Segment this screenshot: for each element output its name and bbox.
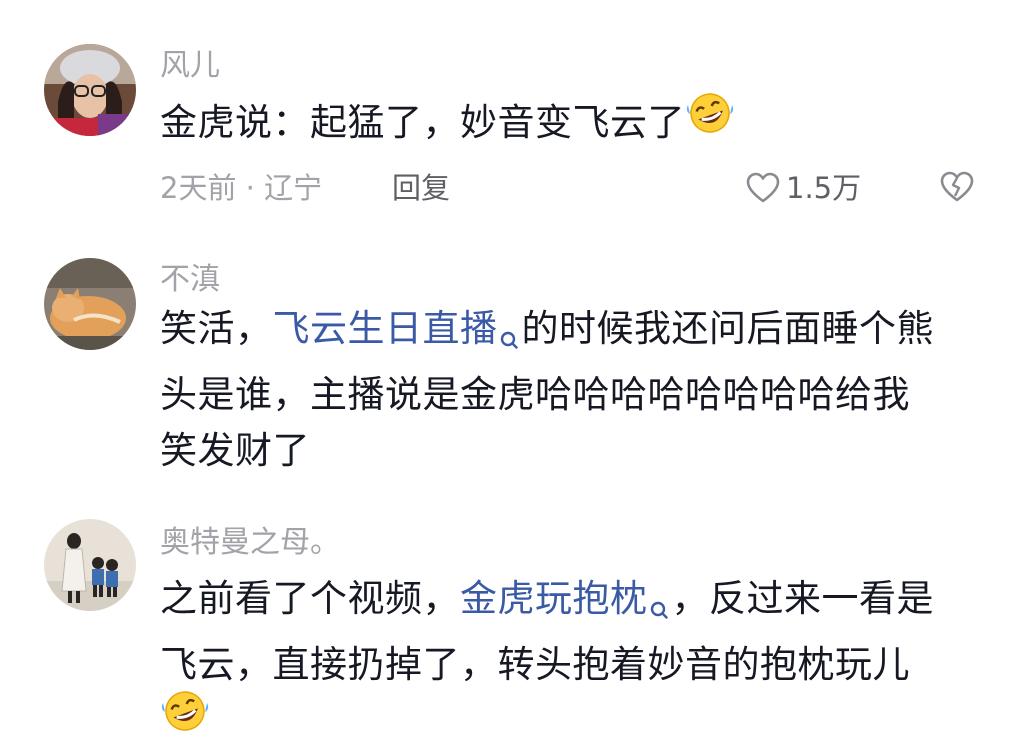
comment-line: 飞云，直接扔掉了，转头抱着妙音的抱枕玩儿 <box>160 637 990 693</box>
comment-text-segment: ，反过来一看是 <box>671 577 934 620</box>
search-link[interactable]: 飞云生日直播 <box>273 307 498 350</box>
reply-button[interactable]: 回复 <box>392 168 450 208</box>
username[interactable]: 风儿 <box>160 48 220 84</box>
comment-text: 金虎说：起猛了，妙音变飞云了 <box>160 92 990 151</box>
avatar[interactable] <box>44 519 136 611</box>
username[interactable]: 不滇 <box>160 262 220 298</box>
avatar[interactable] <box>44 258 136 350</box>
rofl-emoji <box>685 91 735 151</box>
search-link[interactable]: 金虎玩抱枕 <box>460 577 648 620</box>
comment-text-segment: 金虎说：起猛了，妙音变飞云了 <box>160 101 685 144</box>
comment-line <box>160 690 990 733</box>
comment-line: 之前看了个视频，金虎玩抱枕 ，反过来一看是 <box>160 571 990 637</box>
comment-text-segment: 笑发财了 <box>160 429 310 472</box>
comment-text-segment: 飞云，直接扔掉了，转头抱着妙音的抱枕玩儿 <box>160 643 910 686</box>
comment-line: 笑发财了 <box>160 423 990 479</box>
avatar[interactable] <box>44 44 136 136</box>
dislike-button[interactable] <box>940 170 974 214</box>
comment-list: 风儿 金虎说：起猛了，妙音变飞云了 2天前 · 辽宁 回复 1.5万 不滇 笑活… <box>0 0 1024 733</box>
search-icon[interactable] <box>650 581 668 637</box>
username[interactable]: 奥特曼之母。 <box>160 525 340 561</box>
comment-time-location: 2天前 · 辽宁 <box>160 171 323 205</box>
comment-line: 头是谁，主播说是金虎哈哈哈哈哈哈哈哈给我 <box>160 367 990 423</box>
comment-text-segment: 头是谁，主播说是金虎哈哈哈哈哈哈哈哈给我 <box>160 373 910 416</box>
comment-line: 金虎说：起猛了，妙音变飞云了 <box>160 92 990 151</box>
comment-text-segment: 的时候我还问后面睡个熊 <box>521 307 934 350</box>
rofl-emoji <box>160 689 210 733</box>
comment-meta: 2天前 · 辽宁 回复 1.5万 <box>160 168 990 208</box>
comment-text: 之前看了个视频，金虎玩抱枕 ，反过来一看是 飞云，直接扔掉了，转头抱着妙音的抱枕玩… <box>160 571 990 733</box>
like-count: 1.5万 <box>786 171 862 205</box>
comment-line: 笑活，飞云生日直播 的时候我还问后面睡个熊 <box>160 301 990 367</box>
broken-heart-icon <box>940 171 974 202</box>
like-button[interactable]: 1.5万 <box>746 168 861 208</box>
comment-text: 笑活，飞云生日直播 的时候我还问后面睡个熊 头是谁，主播说是金虎哈哈哈哈哈哈哈哈给… <box>160 301 990 479</box>
search-icon[interactable] <box>500 311 518 367</box>
comment-text-segment: 之前看了个视频， <box>160 577 460 620</box>
comment-text-segment: 笑活， <box>160 307 273 350</box>
heart-outline-icon <box>746 172 780 203</box>
